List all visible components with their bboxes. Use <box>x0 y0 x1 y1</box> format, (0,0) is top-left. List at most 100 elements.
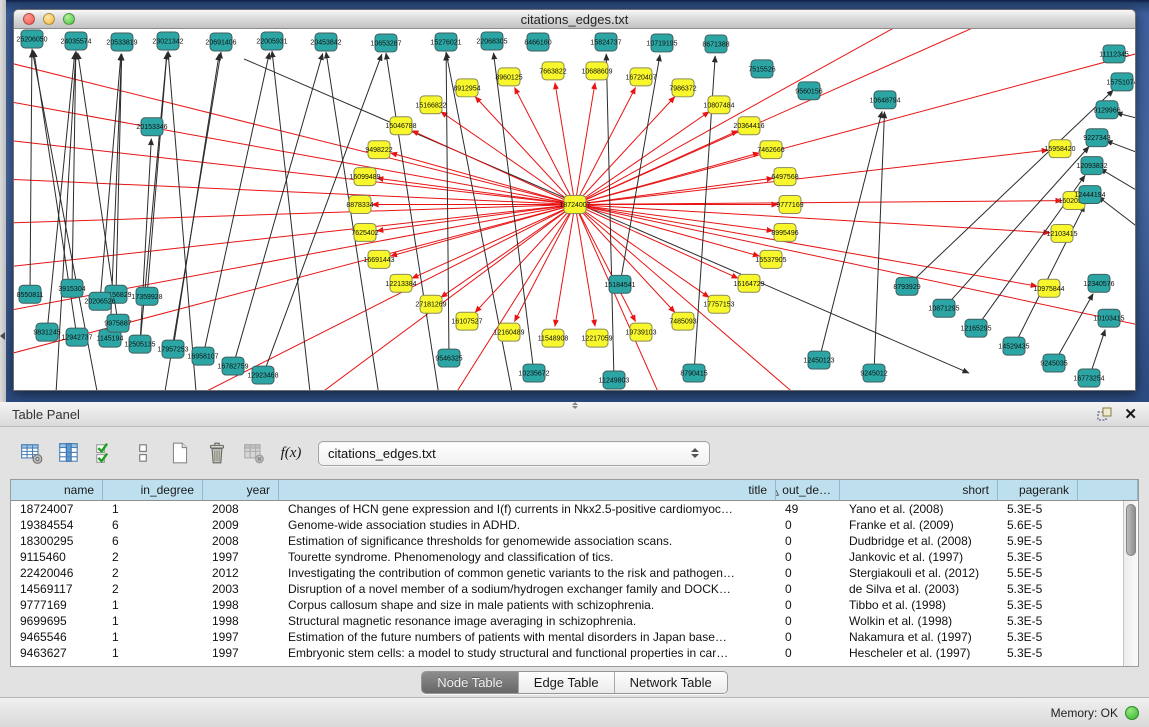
graph-node[interactable]: 16720407 <box>625 68 656 86</box>
graph-node[interactable]: 9227343 <box>1083 129 1110 147</box>
graph-edge[interactable] <box>819 111 882 360</box>
graph-edge[interactable] <box>326 52 384 390</box>
graph-edge[interactable] <box>446 54 449 358</box>
graph-node[interactable]: 15184541 <box>604 275 635 293</box>
graph-node[interactable]: 16164729 <box>733 274 764 292</box>
graph-node[interactable]: 12923468 <box>247 366 278 384</box>
graph-edge[interactable] <box>1106 141 1135 161</box>
graph-edge[interactable] <box>575 153 759 205</box>
graph-edge[interactable] <box>1014 205 1085 346</box>
graph-node[interactable]: 9777169 <box>776 196 803 214</box>
graph-edge[interactable] <box>1054 294 1093 363</box>
table-row[interactable]: 2242004622012Investigating the contribut… <box>11 565 1123 581</box>
graph-node[interactable]: 20533819 <box>106 33 137 51</box>
graph-node[interactable]: 7515526 <box>748 60 775 78</box>
graph-node[interactable]: 12093832 <box>1076 157 1107 175</box>
graph-node[interactable]: 17359928 <box>131 287 162 305</box>
new-table-button[interactable] <box>166 439 194 467</box>
graph-node[interactable]: 12165295 <box>960 319 991 337</box>
graph-node[interactable]: 12103415 <box>1046 224 1077 242</box>
graph-node[interactable]: 9245035 <box>1040 354 1067 372</box>
row-height-button[interactable] <box>129 439 157 467</box>
graph-node[interactable]: 16782759 <box>217 357 248 375</box>
graph-node[interactable]: 9498222 <box>365 141 392 159</box>
graph-node[interactable]: 22068305 <box>476 32 507 50</box>
graph-node[interactable]: 8960125 <box>495 68 522 86</box>
graph-node[interactable]: 15276021 <box>430 33 461 51</box>
graph-node[interactable]: 8995496 <box>771 223 798 241</box>
graph-node[interactable]: 16107527 <box>451 312 482 330</box>
graph-node[interactable]: 7462666 <box>757 141 784 159</box>
table-selector-combo[interactable]: citations_edges.txt <box>318 441 710 466</box>
table-row[interactable]: 969969511998Structural magnetic resonanc… <box>11 613 1123 629</box>
graph-node[interactable]: 10807484 <box>703 96 734 114</box>
show-columns-button[interactable] <box>55 439 83 467</box>
zoom-window-button[interactable] <box>63 13 75 25</box>
graph-node[interactable]: 11548908 <box>538 329 569 347</box>
column-header-year[interactable]: year <box>203 480 279 501</box>
graph-node[interactable]: 27181269 <box>415 295 446 313</box>
graph-node[interactable]: 8790415 <box>680 364 707 382</box>
graph-node[interactable]: 16958107 <box>187 347 218 365</box>
graph-node[interactable]: 8912954 <box>453 79 480 97</box>
collapse-arrow-icon[interactable] <box>0 332 5 340</box>
graph-node[interactable]: 17957253 <box>157 340 188 358</box>
graph-node[interactable]: 10653287 <box>370 34 401 52</box>
graph-node[interactable]: 6497568 <box>771 168 798 186</box>
graph-edge[interactable] <box>575 205 1037 287</box>
graph-node[interactable]: 8793929 <box>893 277 920 295</box>
select-columns-button[interactable] <box>92 439 120 467</box>
graph-edge[interactable] <box>575 205 636 322</box>
graph-node[interactable]: 10235672 <box>518 364 549 382</box>
graph-node[interactable]: 23021342 <box>152 32 183 50</box>
float-panel-icon[interactable] <box>1096 406 1112 422</box>
table-row[interactable]: 911546021997Tourette syndrome. Phenomeno… <box>11 549 1123 565</box>
graph-node[interactable]: 12942737 <box>61 328 92 346</box>
column-header-pagerank[interactable]: pagerank <box>998 480 1078 501</box>
tab-network-table[interactable]: Network Table <box>615 672 727 693</box>
graph-node[interactable]: 16691443 <box>363 250 394 268</box>
graph-node[interactable]: 18724007 <box>559 196 590 214</box>
graph-node[interactable]: 9560156 <box>795 82 822 100</box>
graph-edge[interactable] <box>100 54 121 301</box>
graph-node[interactable]: 12450123 <box>803 351 834 369</box>
graph-node[interactable]: 7663822 <box>539 62 566 80</box>
graph-node[interactable]: 20453842 <box>310 33 341 51</box>
graph-node[interactable]: 14529435 <box>998 337 1029 355</box>
graph-node[interactable]: 22005931 <box>256 32 287 50</box>
graph-edge[interactable] <box>575 205 759 257</box>
tab-node-table[interactable]: Node Table <box>422 672 519 693</box>
graph-edge[interactable] <box>1098 197 1135 244</box>
column-header-title[interactable]: title <box>279 480 776 501</box>
graph-node[interactable]: 15824737 <box>590 33 621 51</box>
tab-edge-table[interactable]: Edge Table <box>519 672 615 693</box>
panel-resize-handle[interactable] <box>570 402 580 409</box>
close-window-button[interactable] <box>23 13 35 25</box>
table-row[interactable]: 977716911998Corpus callosum shape and si… <box>11 597 1123 613</box>
graph-node[interactable]: 20364416 <box>733 117 764 135</box>
graph-node[interactable]: 8671388 <box>702 35 729 53</box>
graph-node[interactable]: 11249803 <box>599 371 630 389</box>
graph-node[interactable]: 12213384 <box>385 274 416 292</box>
column-header-in-degree[interactable]: in_degree <box>103 480 203 501</box>
graph-node[interactable]: 17757153 <box>703 295 734 313</box>
graph-edge[interactable] <box>441 205 575 298</box>
graph-node[interactable]: 7485093 <box>669 312 696 330</box>
graph-edge[interactable] <box>391 153 575 205</box>
graph-node[interactable]: 10975844 <box>1033 279 1064 297</box>
graph-node[interactable]: 12505135 <box>124 335 155 353</box>
graph-edge[interactable] <box>514 88 575 205</box>
graph-node[interactable]: 24035574 <box>60 32 91 50</box>
minimize-window-button[interactable] <box>43 13 55 25</box>
graph-node[interactable]: 15958420 <box>1044 140 1075 158</box>
graph-edge[interactable] <box>168 51 199 390</box>
graph-node[interactable]: 8878334 <box>346 196 373 214</box>
graph-node[interactable]: 9245012 <box>860 364 887 382</box>
vertical-scrollbar[interactable] <box>1123 501 1138 666</box>
network-window-titlebar[interactable]: citations_edges.txt <box>13 9 1136 29</box>
graph-edge[interactable] <box>514 205 575 322</box>
graph-node[interactable]: 15537905 <box>755 250 786 268</box>
graph-edge[interactable] <box>14 139 575 205</box>
graph-node[interactable]: 8550811 <box>17 285 44 303</box>
graph-node[interactable]: 25206050 <box>16 30 47 48</box>
